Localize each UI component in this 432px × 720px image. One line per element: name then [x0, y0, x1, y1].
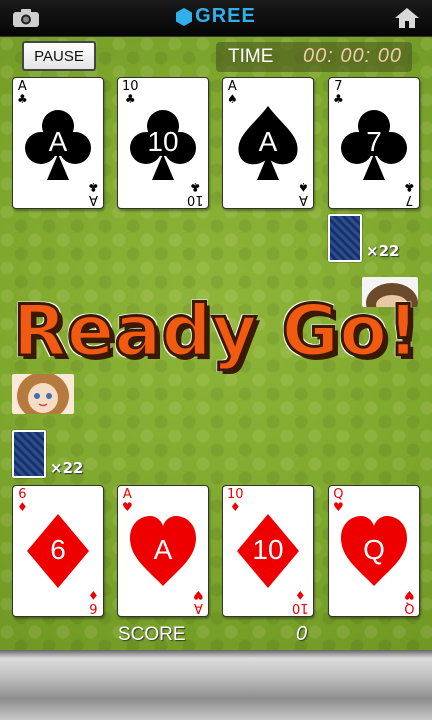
opponent-card[interactable]: A ♣ A A ♣: [12, 77, 104, 209]
card-corner-top: 10 ♣: [122, 80, 139, 106]
card-corner-bottom: 10 ♦: [292, 588, 309, 615]
card-rank-center: 6: [50, 534, 66, 565]
card-corner-top: 7 ♣: [333, 80, 344, 106]
player-card[interactable]: 10 ♦ 10 10 ♦: [222, 485, 314, 617]
card-corner-bottom: Q ♥: [404, 588, 415, 615]
top-bar: GREE: [0, 0, 432, 37]
card-rank: A: [194, 600, 204, 615]
player-card[interactable]: Q ♥ Q Q ♥: [328, 485, 420, 617]
card-corner-bottom: A ♠: [298, 180, 309, 207]
card-corner-top: A ♠: [227, 80, 238, 106]
opponent-card[interactable]: 7 ♣ 7 7 ♣: [328, 77, 420, 209]
player-card[interactable]: A ♥ A A ♥: [117, 485, 209, 617]
player-deck: [12, 430, 46, 478]
card-suit-icon: ♠: [298, 180, 309, 194]
card-rank: A: [89, 192, 99, 207]
card-suit-icon: ♥: [193, 588, 204, 602]
opponent-card[interactable]: 10 ♣ 10 10 ♣: [117, 77, 209, 209]
card-corner-bottom: A ♣: [88, 180, 99, 207]
card-rank-center: A: [258, 126, 278, 157]
player-deck-count: ×22: [50, 459, 84, 477]
player-avatar: [12, 374, 74, 414]
opponent-card[interactable]: A ♠ A A ♠: [222, 77, 314, 209]
card-rank-center: 10: [147, 126, 179, 157]
card-suit-icon: ♦: [88, 588, 99, 602]
opponent-deck: [328, 214, 362, 262]
timer: TIME 00: 00: 00: [216, 42, 412, 72]
card-rank-center: 10: [252, 534, 284, 565]
card-corner-bottom: 7 ♣: [404, 180, 415, 207]
card-corner-top: 6 ♦: [17, 488, 28, 514]
card-suit-icon: ♣: [88, 180, 99, 194]
card-corner-top: A ♣: [17, 80, 28, 106]
card-corner-top: 10 ♦: [227, 488, 244, 514]
card-rank: Q: [404, 600, 415, 615]
card-corner-top: Q ♥: [333, 488, 344, 514]
card-corner-bottom: 6 ♦: [88, 588, 99, 615]
gree-logo[interactable]: GREE: [0, 5, 432, 28]
score-value: 0: [296, 623, 308, 645]
ready-go-banner: Ready Go!: [11, 289, 420, 374]
card-suit-icon: ♣: [404, 180, 415, 194]
pause-button[interactable]: PAUSE: [22, 41, 96, 71]
card-suit-icon: ♥: [404, 588, 415, 602]
card-rank: 10: [187, 192, 204, 207]
bottom-panel: [0, 650, 432, 720]
opponent-deck-count: ×22: [366, 242, 400, 260]
player-card[interactable]: 6 ♦ 6 6 ♦: [12, 485, 104, 617]
card-corner-bottom: A ♥: [193, 588, 204, 615]
card-corner-bottom: 10 ♣: [187, 180, 204, 207]
card-corner-top: A ♥: [122, 488, 133, 514]
card-rank-center: Q: [363, 534, 385, 565]
home-icon[interactable]: [394, 7, 420, 29]
card-rank: 7: [405, 192, 414, 207]
card-rank-center: A: [153, 534, 173, 565]
time-value: 00: 00: 00: [303, 45, 402, 67]
brand-text: GREE: [195, 5, 256, 27]
card-rank: 10: [292, 600, 309, 615]
time-label: TIME: [228, 46, 274, 67]
card-rank: A: [299, 192, 309, 207]
score-label: SCORE: [118, 624, 186, 645]
card-rank-center: A: [48, 126, 68, 157]
gree-hex-icon: [176, 7, 193, 26]
card-rank-center: 7: [366, 126, 382, 157]
card-rank: 6: [89, 600, 98, 615]
